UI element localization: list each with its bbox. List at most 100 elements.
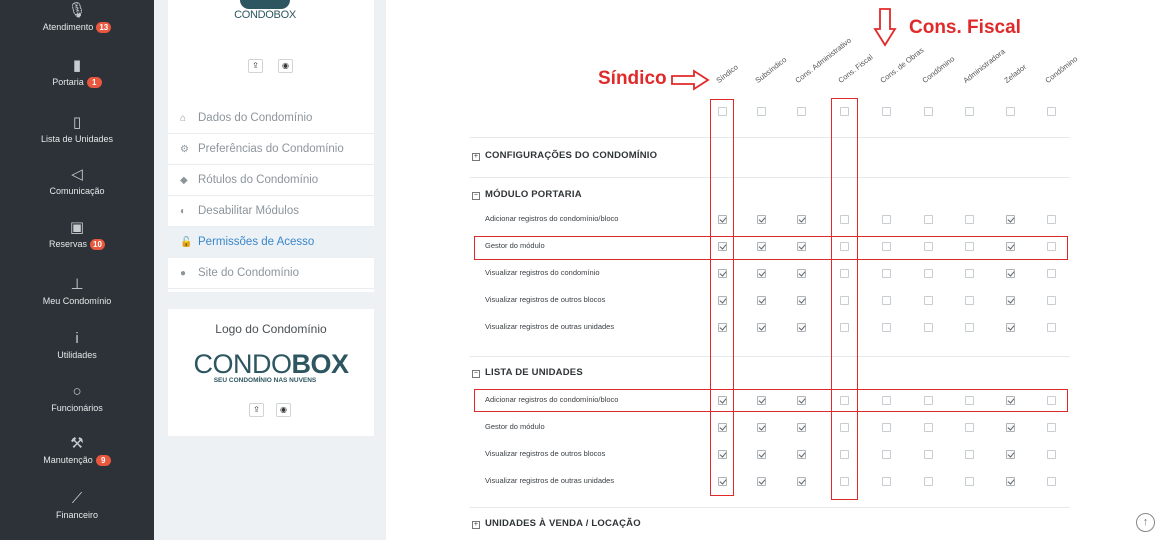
nav-item-7[interactable]: ○ Funcionários bbox=[0, 383, 154, 413]
permission-checkbox[interactable] bbox=[757, 477, 766, 486]
permission-row-label: Visualizar registros do condomínio bbox=[485, 268, 600, 277]
permission-checkbox[interactable] bbox=[965, 269, 974, 278]
permission-checkbox[interactable] bbox=[965, 477, 974, 486]
nav-item-3[interactable]: ◁ Comunicação bbox=[0, 166, 154, 196]
permission-checkbox[interactable] bbox=[882, 269, 891, 278]
count-badge: 1 bbox=[86, 77, 102, 89]
permission-checkbox[interactable] bbox=[1006, 477, 1015, 486]
permission-checkbox[interactable] bbox=[1047, 296, 1056, 305]
nav-item-2[interactable]: ▯ Lista de Unidades bbox=[0, 114, 154, 144]
permission-checkbox[interactable] bbox=[965, 215, 974, 224]
nav-item-4[interactable]: ▣ Reservas 10 bbox=[0, 219, 154, 251]
section-header[interactable]: − LISTA DE UNIDADES bbox=[472, 367, 583, 378]
section-header[interactable]: − MÓDULO PORTARIA bbox=[472, 189, 582, 200]
nav-item-1[interactable]: ▮ Portaria 1 bbox=[0, 57, 154, 89]
logo-camera-button[interactable]: ◉ bbox=[276, 403, 291, 417]
logo-upload-button[interactable]: ⇪ bbox=[249, 403, 264, 417]
section-header[interactable]: + UNIDADES À VENDA / LOCAÇÃO bbox=[472, 518, 641, 529]
permission-checkbox[interactable] bbox=[797, 423, 806, 432]
permission-checkbox[interactable] bbox=[1047, 269, 1056, 278]
permission-checkbox[interactable] bbox=[1006, 423, 1015, 432]
column-header: Administradora bbox=[961, 46, 1007, 85]
logo-text: CONDOBOX bbox=[234, 9, 296, 21]
permission-checkbox[interactable] bbox=[757, 323, 766, 332]
permission-checkbox[interactable] bbox=[757, 450, 766, 459]
permission-checkbox[interactable] bbox=[965, 450, 974, 459]
permission-checkbox[interactable] bbox=[965, 323, 974, 332]
permission-checkbox[interactable] bbox=[1006, 269, 1015, 278]
expand-toggle-icon[interactable]: − bbox=[472, 370, 480, 378]
settings-menu-item[interactable]: ⌂ Dados do Condomínio bbox=[168, 103, 374, 134]
nav-item-0[interactable]: 🎙 Atendimento 13 bbox=[0, 2, 154, 34]
expand-toggle-icon[interactable]: + bbox=[472, 153, 480, 161]
upload-button[interactable]: ⇪ bbox=[248, 59, 263, 73]
permission-checkbox[interactable] bbox=[1047, 477, 1056, 486]
permission-checkbox[interactable] bbox=[797, 296, 806, 305]
expand-toggle-icon[interactable]: + bbox=[472, 521, 480, 529]
permission-checkbox[interactable] bbox=[1047, 423, 1056, 432]
scroll-top-button[interactable]: ↑ bbox=[1136, 513, 1155, 532]
permission-checkbox[interactable] bbox=[965, 423, 974, 432]
section-header[interactable]: + CONFIGURAÇÕES DO CONDOMÍNIO bbox=[472, 150, 657, 161]
nav-item-label: Financeiro bbox=[55, 510, 99, 520]
permission-checkbox[interactable] bbox=[1006, 296, 1015, 305]
permission-checkbox[interactable] bbox=[924, 423, 933, 432]
permission-checkbox[interactable] bbox=[882, 450, 891, 459]
permission-checkbox[interactable] bbox=[924, 450, 933, 459]
permission-checkbox[interactable] bbox=[797, 450, 806, 459]
column-select-all-checkbox[interactable] bbox=[1006, 107, 1015, 116]
permission-checkbox[interactable] bbox=[757, 423, 766, 432]
column-select-all-checkbox[interactable] bbox=[924, 107, 933, 116]
permission-checkbox[interactable] bbox=[1047, 323, 1056, 332]
permission-checkbox[interactable] bbox=[797, 323, 806, 332]
settings-menu-item[interactable]: ◆ Rótulos do Condomínio bbox=[168, 165, 374, 196]
nav-item-5[interactable]: ⊥ Meu Condomínio bbox=[0, 276, 154, 306]
section-title: MÓDULO PORTARIA bbox=[485, 189, 582, 200]
permission-checkbox[interactable] bbox=[797, 477, 806, 486]
count-badge: 9 bbox=[95, 455, 111, 467]
adicionar-row-highlight bbox=[474, 389, 1068, 412]
nav-item-9[interactable]: ⟋ Financeiro bbox=[0, 490, 154, 520]
permission-checkbox[interactable] bbox=[882, 323, 891, 332]
settings-menu-item[interactable]: ◐ Desabilitar Módulos bbox=[168, 196, 374, 227]
permission-checkbox[interactable] bbox=[924, 477, 933, 486]
column-select-all-checkbox[interactable] bbox=[1047, 107, 1056, 116]
condobox-logo: CONDOBOX SEU CONDOMÍNIO NAS NUVENS bbox=[193, 349, 349, 385]
column-select-all-checkbox[interactable] bbox=[882, 107, 891, 116]
permission-checkbox[interactable] bbox=[1006, 323, 1015, 332]
permission-checkbox[interactable] bbox=[797, 269, 806, 278]
permission-checkbox[interactable] bbox=[797, 215, 806, 224]
column-select-all-checkbox[interactable] bbox=[757, 107, 766, 116]
permission-checkbox[interactable] bbox=[965, 296, 974, 305]
settings-menu-item[interactable]: ● Site do Condomínio bbox=[168, 258, 374, 289]
settings-menu-item[interactable]: ⚙ Preferências do Condomínio bbox=[168, 134, 374, 165]
permission-checkbox[interactable] bbox=[757, 296, 766, 305]
microphone-icon: 🎙 bbox=[67, 2, 87, 19]
permission-checkbox[interactable] bbox=[1006, 215, 1015, 224]
circle-icon: ○ bbox=[72, 383, 82, 400]
permission-checkbox[interactable] bbox=[924, 215, 933, 224]
down-arrow-icon bbox=[873, 8, 897, 47]
permission-checkbox[interactable] bbox=[882, 477, 891, 486]
column-select-all-checkbox[interactable] bbox=[965, 107, 974, 116]
permission-checkbox[interactable] bbox=[924, 296, 933, 305]
permission-checkbox[interactable] bbox=[1047, 215, 1056, 224]
column-select-all-checkbox[interactable] bbox=[797, 107, 806, 116]
permission-checkbox[interactable] bbox=[757, 269, 766, 278]
permission-checkbox[interactable] bbox=[924, 269, 933, 278]
permission-checkbox[interactable] bbox=[924, 323, 933, 332]
permission-checkbox[interactable] bbox=[882, 296, 891, 305]
nav-item-8[interactable]: ⚒ Manutenção 9 bbox=[0, 435, 154, 467]
permission-checkbox[interactable] bbox=[1006, 450, 1015, 459]
permission-checkbox[interactable] bbox=[882, 215, 891, 224]
permission-checkbox[interactable] bbox=[757, 215, 766, 224]
nav-item-6[interactable]: i Utilidades bbox=[0, 330, 154, 360]
settings-menu-item[interactable]: 🔓 Permissões de Acesso bbox=[168, 227, 374, 258]
camera-button[interactable]: ◉ bbox=[278, 59, 293, 73]
expand-toggle-icon[interactable]: − bbox=[472, 192, 480, 200]
building-icon: ▯ bbox=[72, 114, 82, 131]
permission-checkbox[interactable] bbox=[882, 423, 891, 432]
column-header: Zelador bbox=[1002, 62, 1029, 85]
permission-checkbox[interactable] bbox=[1047, 450, 1056, 459]
settings-menu-label: Rótulos do Condomínio bbox=[198, 174, 319, 186]
